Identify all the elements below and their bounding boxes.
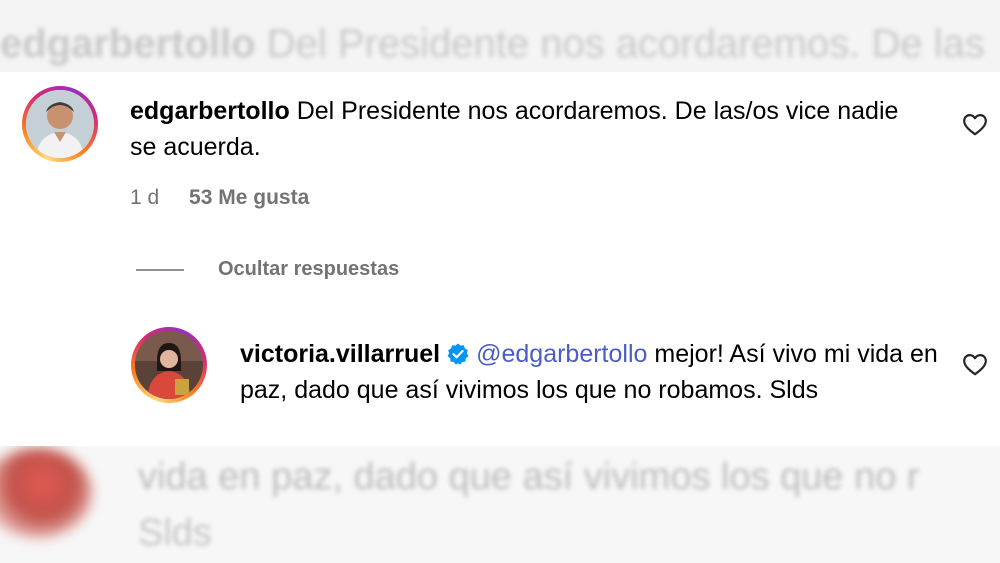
- blurred-text: Del Presidente nos acordaremos. De las: [266, 22, 985, 66]
- reply-body: victoria.villarruel @edgarbertollo mejor…: [240, 336, 940, 408]
- replies-divider: [136, 268, 184, 271]
- avatar-photo: [26, 90, 94, 158]
- blurred-avatar: [0, 448, 92, 538]
- person-photo-icon: [26, 90, 94, 158]
- blurred-reply-duplicate: vida en paz, dado que así vivimos los qu…: [0, 446, 1000, 563]
- reply-username[interactable]: victoria.villarruel: [240, 340, 440, 368]
- avatar-edgarbertollo[interactable]: [22, 86, 98, 162]
- hide-replies-label: Ocultar respuestas: [218, 258, 400, 280]
- comment-likes[interactable]: 53 Me gusta: [189, 186, 309, 210]
- avatar-victoria-villarruel[interactable]: [131, 327, 207, 403]
- person-photo-icon: [135, 331, 203, 399]
- blurred-line-1: vida en paz, dado que así vivimos los qu…: [138, 456, 920, 498]
- comment-time[interactable]: 1 d: [130, 186, 159, 210]
- blurred-username: edgarbertollo: [0, 22, 256, 66]
- blurred-line-2: Slds: [138, 512, 212, 554]
- heart-icon[interactable]: [962, 352, 988, 376]
- verified-badge-icon: [447, 343, 469, 365]
- reply-mention[interactable]: @edgarbertollo: [476, 340, 647, 368]
- comment-meta: 1 d 53 Me gusta: [130, 186, 309, 210]
- avatar-photo: [135, 331, 203, 399]
- heart-icon[interactable]: [962, 112, 988, 136]
- comment-body: edgarbertollo Del Presidente nos acordar…: [130, 93, 920, 165]
- blurred-previous-comment: edgarbertollo Del Presidente nos acordar…: [0, 0, 1000, 72]
- comment-username[interactable]: edgarbertollo: [130, 97, 290, 125]
- hide-replies-button[interactable]: Ocultar respuestas: [136, 258, 399, 281]
